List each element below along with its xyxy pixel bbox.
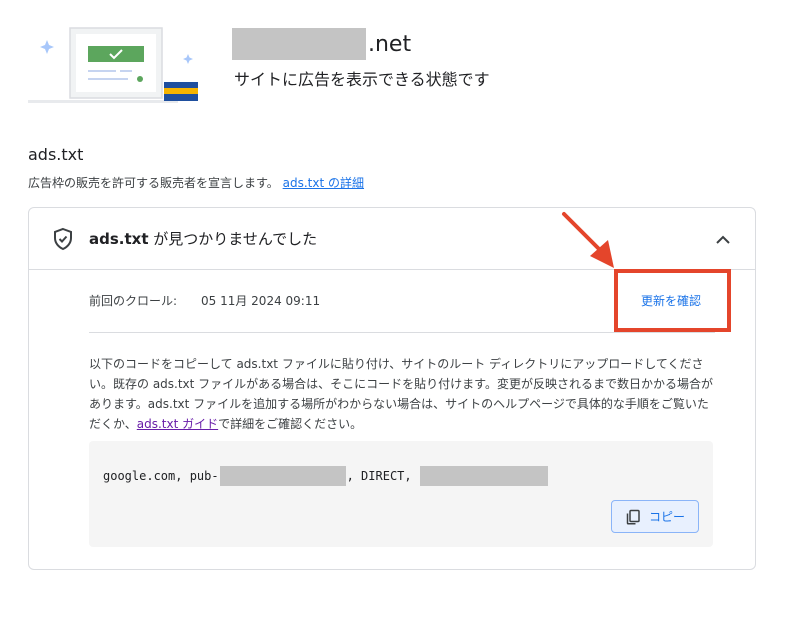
redacted-publisher-id bbox=[219, 466, 346, 486]
ads-txt-code-box: google.com, pub- , DIRECT, コピー bbox=[89, 441, 713, 547]
card-header[interactable]: ads.txt が見つかりませんでした bbox=[29, 208, 755, 270]
last-crawl-label: 前回のクロール: bbox=[89, 294, 178, 308]
annotation-arrow-icon bbox=[562, 212, 614, 268]
redacted-certification-id bbox=[419, 466, 548, 486]
section-title: ads.txt bbox=[28, 145, 84, 164]
copy-icon bbox=[626, 509, 640, 525]
redacted-domain bbox=[232, 28, 366, 60]
instructions-text: 以下のコードをコピーして ads.txt ファイルに貼り付け、サイトのルート デ… bbox=[89, 354, 717, 434]
ads-txt-details-link[interactable]: ads.txt の詳細 bbox=[283, 176, 364, 190]
shield-check-icon bbox=[54, 227, 72, 251]
annotation-highlight-box bbox=[614, 269, 731, 332]
section-description: 広告枠の販売を許可する販売者を宣言します。 ads.txt の詳細 bbox=[28, 174, 364, 191]
ads-txt-status-card: ads.txt が見つかりませんでした 前回のクロール: 05 11月 2024… bbox=[28, 207, 756, 570]
site-name: .net bbox=[232, 28, 411, 60]
copy-button-label: コピー bbox=[648, 510, 685, 524]
code-prefix: google.com, pub- bbox=[103, 469, 219, 483]
last-crawl-value: 05 11月 2024 09:11 bbox=[201, 294, 321, 308]
chevron-up-icon[interactable] bbox=[711, 228, 735, 252]
site-domain-suffix: .net bbox=[368, 31, 412, 57]
ads-txt-code-line: google.com, pub- , DIRECT, bbox=[103, 465, 548, 487]
section-description-text: 広告枠の販売を許可する販売者を宣言します。 bbox=[28, 176, 279, 190]
site-status-text: サイトに広告を表示できる状態です bbox=[234, 70, 490, 89]
card-title-rest: が見つかりませんでした bbox=[148, 230, 318, 248]
site-ready-illustration bbox=[28, 27, 198, 103]
card-title-bold: ads.txt bbox=[89, 230, 149, 248]
copy-button[interactable]: コピー bbox=[611, 500, 699, 533]
card-title: ads.txt が見つかりませんでした bbox=[89, 228, 317, 249]
code-middle: , DIRECT, bbox=[346, 469, 412, 483]
instructions-tail: で詳細をご確認ください。 bbox=[218, 417, 363, 431]
ads-txt-guide-link[interactable]: ads.txt ガイド bbox=[137, 417, 218, 431]
